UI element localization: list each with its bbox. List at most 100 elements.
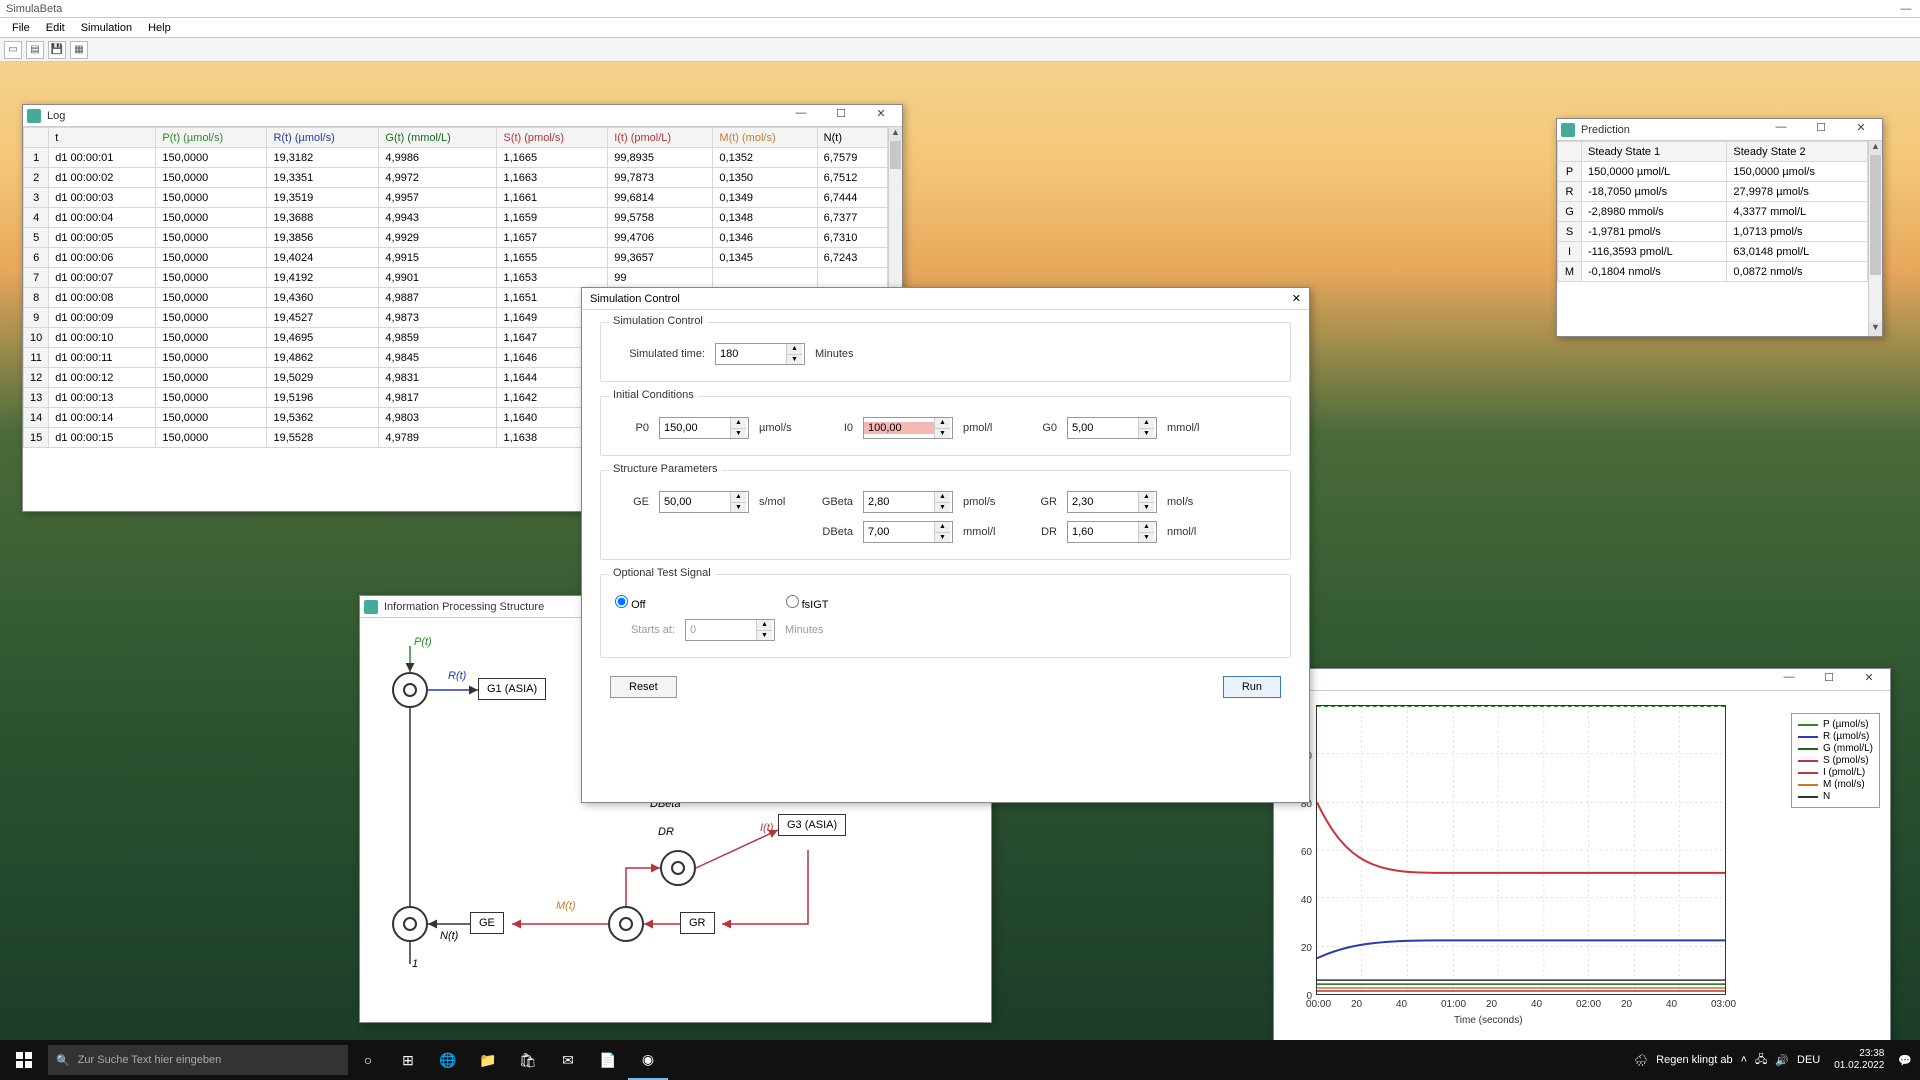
starts-spinner[interactable]: ▲▼ [685, 619, 775, 641]
log-titlebar[interactable]: Log — ☐ ✕ [23, 105, 902, 127]
cell-m[interactable]: 0,1350 [713, 168, 817, 188]
taskbar-clock[interactable]: 23:38 01.02.2022 [1828, 1048, 1890, 1072]
chart-titlebar[interactable]: — ☐ ✕ [1274, 669, 1890, 691]
explorer-icon[interactable]: 📁 [468, 1040, 508, 1080]
cell-i[interactable]: 99,8935 [608, 148, 713, 168]
table-row[interactable]: 5 d1 00:00:05 150,0000 19,3856 4,9929 1,… [24, 228, 888, 248]
cell-t[interactable]: d1 00:00:14 [49, 408, 156, 428]
ge-spinner[interactable]: ▲▼ [659, 491, 749, 513]
log-header-t[interactable]: t [49, 128, 156, 148]
table-row[interactable]: 4 d1 00:00:04 150,0000 19,3688 4,9943 1,… [24, 208, 888, 228]
p0-input[interactable] [660, 422, 730, 434]
weather-text[interactable]: Regen klingt ab [1656, 1054, 1732, 1066]
menu-simulation[interactable]: Simulation [73, 20, 140, 36]
ge-input[interactable] [660, 496, 730, 508]
log-maximize-icon[interactable]: ☐ [824, 107, 858, 125]
cell-p[interactable]: 150,0000 [156, 188, 267, 208]
g0-spinner[interactable]: ▲▼ [1067, 417, 1157, 439]
pred-s2[interactable]: 63,0148 pmol/L [1727, 242, 1868, 262]
run-button[interactable]: Run [1223, 676, 1281, 698]
log-minimize-icon[interactable]: — [784, 107, 818, 125]
cell-g[interactable]: 4,9831 [379, 368, 497, 388]
row-num[interactable]: 12 [24, 368, 49, 388]
cell-m[interactable]: 0,1352 [713, 148, 817, 168]
cell-n[interactable]: 6,7579 [817, 148, 887, 168]
pred-key[interactable]: I [1558, 242, 1582, 262]
cell-g[interactable]: 4,9972 [379, 168, 497, 188]
pred-s1[interactable]: -2,8980 mmol/s [1582, 202, 1727, 222]
i0-spinner[interactable]: ▲▼ [863, 417, 953, 439]
cell-g[interactable]: 4,9887 [379, 288, 497, 308]
pred-header-s1[interactable]: Steady State 1 [1582, 142, 1727, 162]
scroll-thumb[interactable] [890, 141, 901, 169]
pred-key[interactable]: M [1558, 262, 1582, 282]
log-header-m[interactable]: M(t) (mol/s) [713, 128, 817, 148]
cell-r[interactable]: 19,4024 [267, 248, 379, 268]
menu-file[interactable]: File [4, 20, 38, 36]
row-num[interactable]: 6 [24, 248, 49, 268]
row-num[interactable]: 4 [24, 208, 49, 228]
cell-n[interactable] [817, 268, 887, 288]
pred-scroll-down-icon[interactable]: ▼ [1869, 322, 1882, 336]
spin-down-icon[interactable]: ▼ [757, 631, 772, 641]
weather-icon[interactable]: 🌧 [1634, 1054, 1648, 1067]
p0-spinner[interactable]: ▲▼ [659, 417, 749, 439]
cell-i[interactable]: 99,4706 [608, 228, 713, 248]
cell-g[interactable]: 4,9986 [379, 148, 497, 168]
scroll-up-icon[interactable]: ▲ [889, 127, 902, 141]
app-minimize-icon[interactable]: — [1898, 3, 1914, 15]
pred-s2[interactable]: 1,0713 pmol/s [1727, 222, 1868, 242]
cell-p[interactable]: 150,0000 [156, 168, 267, 188]
sim-titlebar[interactable]: Simulation Control ✕ [582, 288, 1309, 310]
toolbar-save-icon[interactable]: 💾 [48, 41, 66, 59]
cell-t[interactable]: d1 00:00:01 [49, 148, 156, 168]
spin-down-icon[interactable]: ▼ [1139, 503, 1154, 513]
cell-i[interactable]: 99,7873 [608, 168, 713, 188]
office-icon[interactable]: 📄 [588, 1040, 628, 1080]
cell-t[interactable]: d1 00:00:05 [49, 228, 156, 248]
pred-s1[interactable]: 150,0000 µmol/L [1582, 162, 1727, 182]
spin-up-icon[interactable]: ▲ [787, 344, 802, 355]
row-num[interactable]: 8 [24, 288, 49, 308]
pred-scroll-thumb[interactable] [1870, 155, 1881, 275]
pred-header-s2[interactable]: Steady State 2 [1727, 142, 1868, 162]
cell-t[interactable]: d1 00:00:02 [49, 168, 156, 188]
table-row[interactable]: 7 d1 00:00:07 150,0000 19,4192 4,9901 1,… [24, 268, 888, 288]
table-row[interactable]: G -2,8980 mmol/s 4,3377 mmol/L [1558, 202, 1868, 222]
row-num[interactable]: 1 [24, 148, 49, 168]
spin-up-icon[interactable]: ▲ [935, 418, 950, 429]
pred-s2[interactable]: 0,0872 nmol/s [1727, 262, 1868, 282]
store-icon[interactable]: 🛍 [508, 1040, 548, 1080]
radio-fsigt-input[interactable] [786, 595, 799, 608]
table-row[interactable]: P 150,0000 µmol/L 150,0000 µmol/s [1558, 162, 1868, 182]
log-header-r[interactable]: R(t) (µmol/s) [267, 128, 379, 148]
spin-down-icon[interactable]: ▼ [1139, 533, 1154, 543]
cell-r[interactable]: 19,5528 [267, 428, 379, 448]
cell-n[interactable]: 6,7512 [817, 168, 887, 188]
cell-m[interactable]: 0,1348 [713, 208, 817, 228]
log-header-i[interactable]: I(t) (pmol/L) [608, 128, 713, 148]
log-close-icon[interactable]: ✕ [864, 107, 898, 125]
spin-down-icon[interactable]: ▼ [731, 503, 746, 513]
cell-t[interactable]: d1 00:00:13 [49, 388, 156, 408]
cell-r[interactable]: 19,5029 [267, 368, 379, 388]
sim-close-icon[interactable]: ✕ [1292, 292, 1301, 305]
pred-s2[interactable]: 150,0000 µmol/s [1727, 162, 1868, 182]
cell-p[interactable]: 150,0000 [156, 288, 267, 308]
log-header-g[interactable]: G(t) (mmol/L) [379, 128, 497, 148]
cell-p[interactable]: 150,0000 [156, 408, 267, 428]
cell-g[interactable]: 4,9873 [379, 308, 497, 328]
cell-t[interactable]: d1 00:00:08 [49, 288, 156, 308]
cell-p[interactable]: 150,0000 [156, 388, 267, 408]
cell-t[interactable]: d1 00:00:09 [49, 308, 156, 328]
cell-g[interactable]: 4,9803 [379, 408, 497, 428]
pred-s1[interactable]: -1,9781 pmol/s [1582, 222, 1727, 242]
spin-down-icon[interactable]: ▼ [935, 533, 950, 543]
row-num[interactable]: 10 [24, 328, 49, 348]
pred-header-row[interactable] [1558, 142, 1582, 162]
radio-off[interactable]: Off [615, 595, 646, 611]
prediction-close-icon[interactable]: ✕ [1844, 121, 1878, 139]
pred-key[interactable]: S [1558, 222, 1582, 242]
cell-g[interactable]: 4,9859 [379, 328, 497, 348]
toolbar-new-icon[interactable]: ▭ [4, 41, 22, 59]
